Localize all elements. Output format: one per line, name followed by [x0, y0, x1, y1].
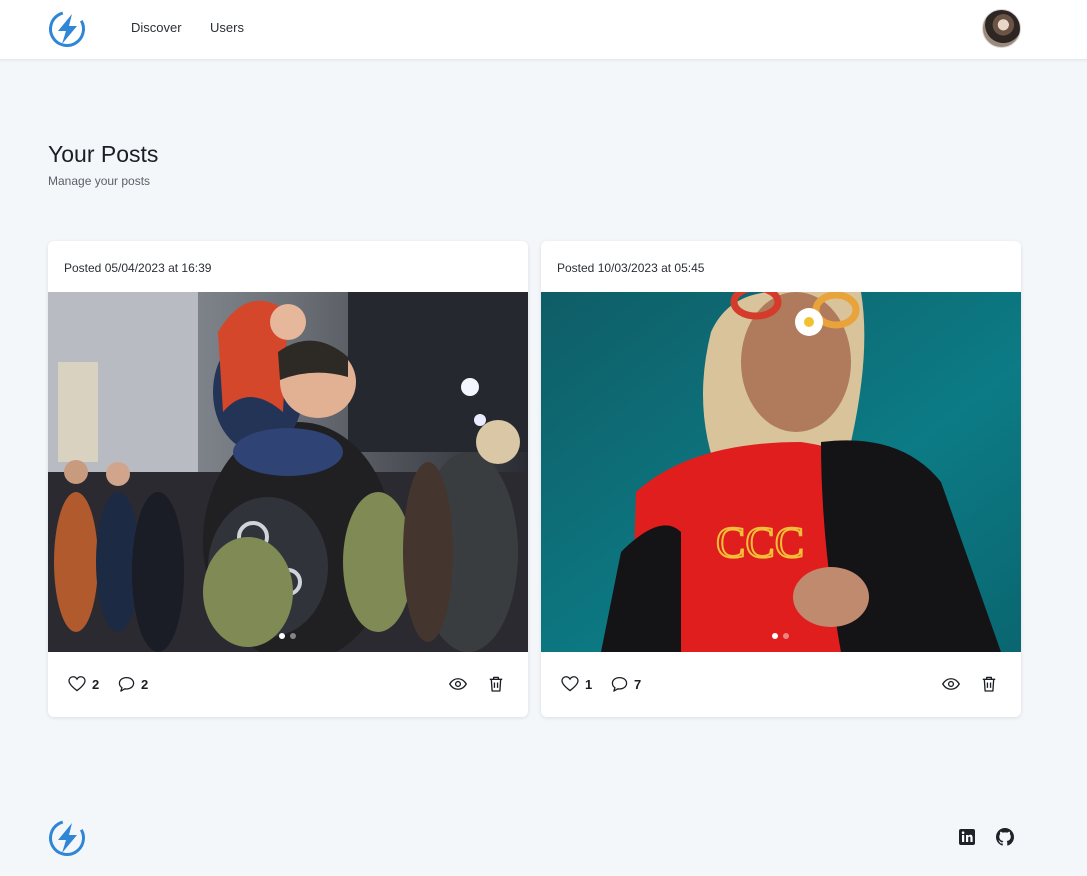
view-post-button[interactable]	[941, 674, 961, 694]
carousel-dot[interactable]	[772, 633, 778, 639]
nav-users-link[interactable]: Users	[210, 20, 244, 35]
linkedin-icon[interactable]	[958, 828, 976, 846]
page-title: Your Posts	[48, 141, 159, 167]
nav-discover-link[interactable]: Discover	[131, 20, 182, 35]
svg-text:CCC: CCC	[716, 518, 804, 567]
carousel-dot[interactable]	[783, 633, 789, 639]
post-photo	[48, 292, 528, 652]
eye-icon	[449, 678, 467, 690]
post-actions-bar: 2 2	[48, 652, 528, 717]
delete-post-button[interactable]	[979, 674, 999, 694]
comment-button[interactable]: 7	[611, 674, 641, 694]
post-image-carousel[interactable]: CCC	[541, 292, 1021, 652]
comment-icon	[611, 676, 628, 692]
post-date: Posted 10/03/2023 at 05:45	[557, 261, 705, 275]
user-avatar[interactable]	[982, 9, 1021, 48]
trash-icon	[982, 676, 996, 692]
post-card: Posted 10/03/2023 at 05:45 CCC 1 7	[541, 241, 1021, 717]
page-subtitle: Manage your posts	[48, 174, 151, 188]
post-card: Posted 05/04/2023 at 16:39 2 2	[48, 241, 528, 717]
footer-lightning-logo-icon[interactable]	[47, 818, 87, 858]
carousel-dot[interactable]	[290, 633, 296, 639]
post-actions-bar: 1 7	[541, 652, 1021, 717]
trash-icon	[489, 676, 503, 692]
post-date: Posted 05/04/2023 at 16:39	[64, 261, 212, 275]
comment-button[interactable]: 2	[118, 674, 148, 694]
like-button[interactable]: 2	[68, 674, 99, 694]
post-photo: CCC	[541, 292, 1021, 652]
carousel-indicators	[772, 633, 789, 639]
github-icon[interactable]	[996, 828, 1014, 846]
like-count: 1	[585, 676, 593, 692]
post-image-carousel[interactable]	[48, 292, 528, 652]
comment-count: 2	[141, 676, 149, 692]
lightning-logo-icon[interactable]	[47, 9, 87, 49]
heart-icon	[561, 676, 579, 692]
eye-icon	[942, 678, 960, 690]
heart-icon	[68, 676, 86, 692]
delete-post-button[interactable]	[486, 674, 506, 694]
like-button[interactable]: 1	[561, 674, 592, 694]
comment-icon	[118, 676, 135, 692]
like-count: 2	[92, 676, 100, 692]
carousel-indicators	[279, 633, 296, 639]
top-navbar: Discover Users	[0, 0, 1087, 60]
comment-count: 7	[634, 676, 642, 692]
carousel-dot[interactable]	[279, 633, 285, 639]
view-post-button[interactable]	[448, 674, 468, 694]
